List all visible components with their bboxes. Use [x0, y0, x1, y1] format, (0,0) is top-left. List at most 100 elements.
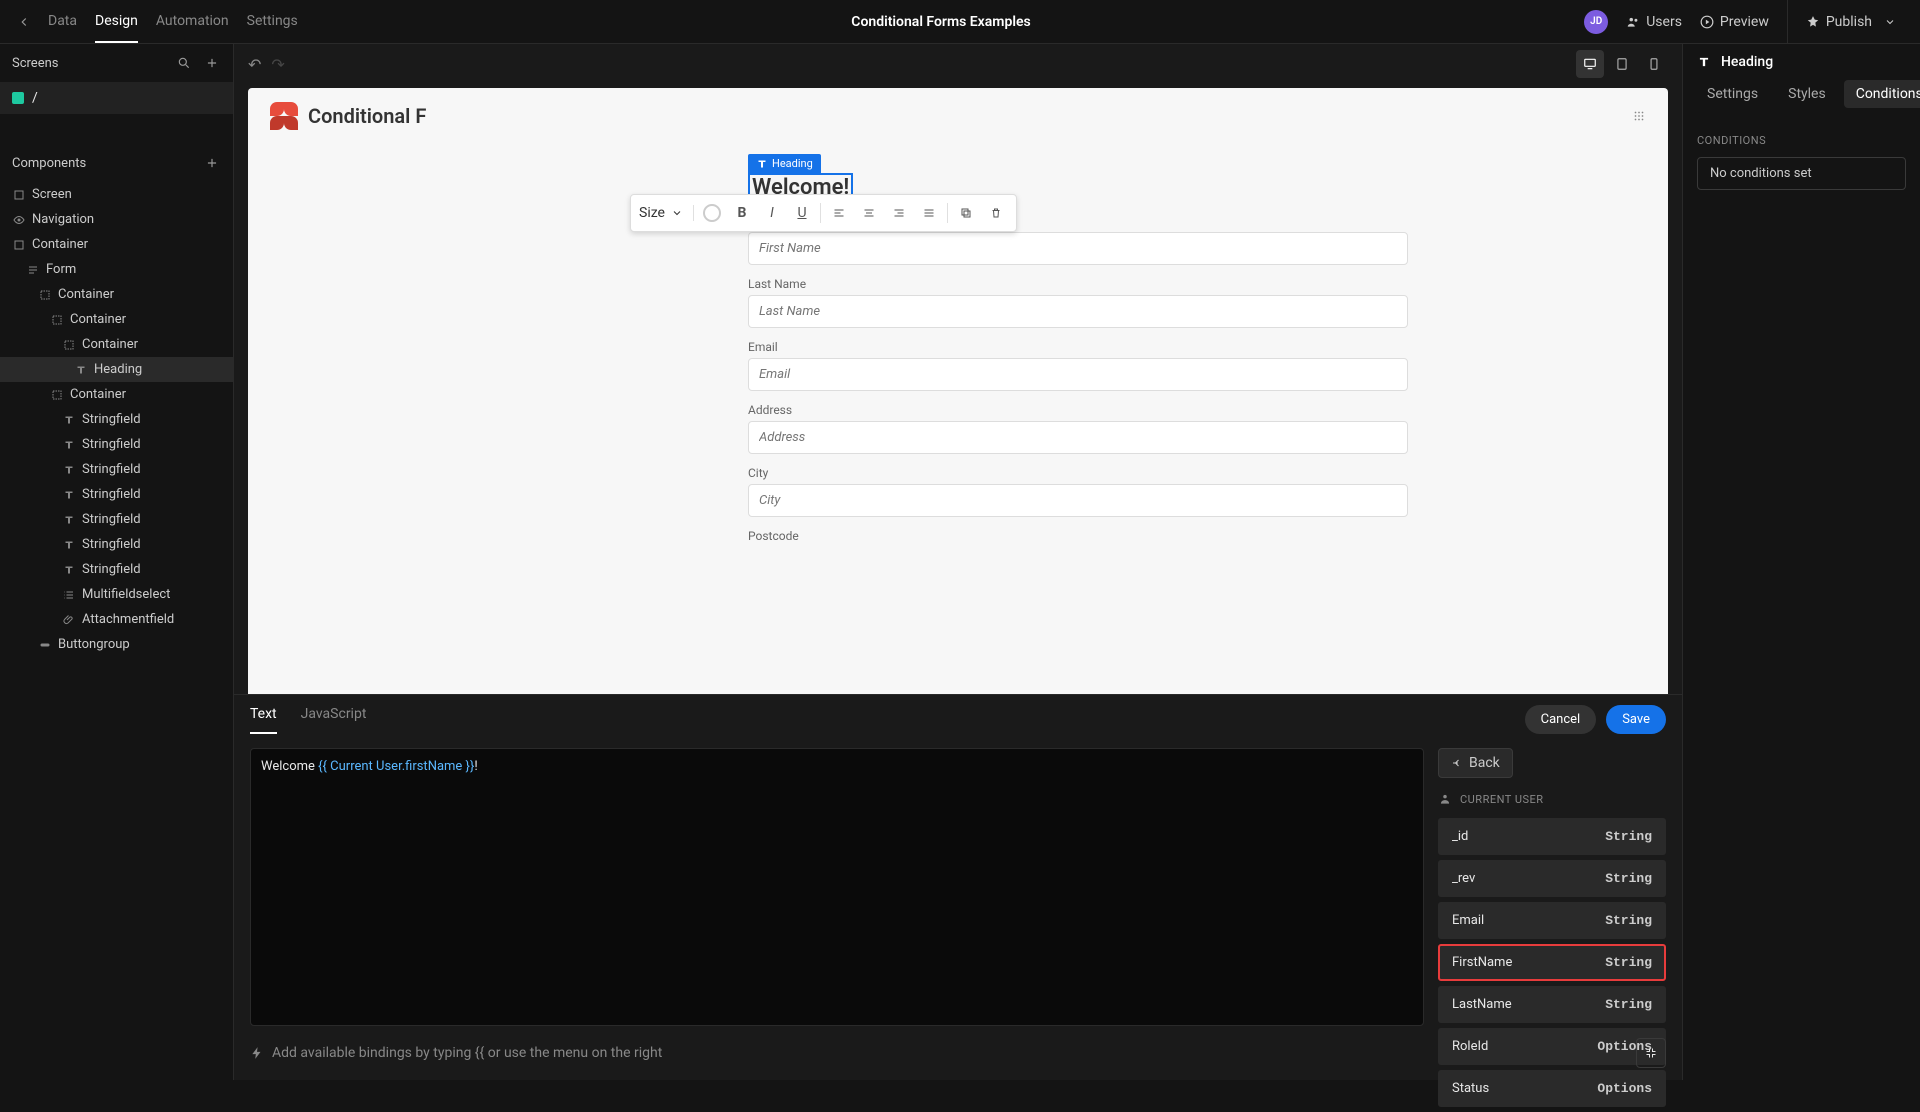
tree-item-stringfield[interactable]: Stringfield: [0, 557, 233, 582]
tree-item-stringfield[interactable]: Stringfield: [0, 457, 233, 482]
redo-button[interactable]: ↷: [271, 55, 284, 74]
search-button[interactable]: [175, 54, 193, 72]
lightning-icon: [250, 1046, 264, 1060]
preview-label: Preview: [1720, 14, 1769, 30]
undo-button[interactable]: ↶: [248, 55, 261, 74]
app-menu-icon[interactable]: [1632, 109, 1646, 123]
duplicate-button[interactable]: [954, 201, 978, 225]
binding-item-lastname[interactable]: LastNameString: [1438, 986, 1666, 1023]
nav-tab-automation[interactable]: Automation: [156, 1, 229, 43]
tree-label: Container: [70, 312, 126, 327]
form-label: Email: [748, 340, 1408, 354]
screen-item-root[interactable]: /: [0, 82, 233, 114]
tree-item-stringfield[interactable]: Stringfield: [0, 532, 233, 557]
rs-tab-settings[interactable]: Settings: [1695, 80, 1770, 108]
text-icon: [62, 563, 76, 577]
tree-item-container[interactable]: Container: [0, 282, 233, 307]
rs-tab-styles[interactable]: Styles: [1776, 80, 1838, 108]
publish-button[interactable]: Publish: [1787, 0, 1908, 44]
drawer-tab-javascript[interactable]: JavaScript: [301, 706, 367, 734]
tree-label: Stringfield: [82, 512, 141, 527]
list-icon: [62, 588, 76, 602]
form-field: Postcode: [748, 529, 1408, 543]
tree-item-container[interactable]: Container: [0, 332, 233, 357]
form-input[interactable]: [748, 232, 1408, 265]
canvas[interactable]: Conditional F Size B I U: [248, 88, 1668, 694]
nav-tabs: Data Design Automation Settings: [48, 1, 298, 43]
align-justify-button[interactable]: [917, 201, 941, 225]
form-label: City: [748, 466, 1408, 480]
add-screen-button[interactable]: [203, 54, 221, 72]
align-center-button[interactable]: [857, 201, 881, 225]
components-header: Components: [0, 144, 233, 182]
tree-item-attachmentfield[interactable]: Attachmentfield: [0, 607, 233, 632]
nav-tab-data[interactable]: Data: [48, 1, 77, 43]
device-tablet[interactable]: [1608, 50, 1636, 78]
binding-type: String: [1605, 997, 1652, 1012]
add-component-button[interactable]: [203, 154, 221, 172]
app-logo: [270, 102, 298, 130]
user-avatar[interactable]: JD: [1584, 10, 1608, 34]
form-input[interactable]: [748, 358, 1408, 391]
code-editor[interactable]: Welcome {{ Current User.firstName }}!: [250, 748, 1424, 1026]
align-left-button[interactable]: [827, 201, 851, 225]
cancel-button[interactable]: Cancel: [1525, 705, 1597, 734]
tree-label: Form: [46, 262, 76, 277]
component-tree: ScreenNavigationContainerFormContainerCo…: [0, 182, 233, 657]
tree-item-multifieldselect[interactable]: Multifieldselect: [0, 582, 233, 607]
screens-label: Screens: [12, 56, 58, 71]
user-icon: [1438, 792, 1452, 806]
binding-type: String: [1605, 871, 1652, 886]
binding-item-firstname[interactable]: FirstNameString: [1438, 944, 1666, 981]
tree-item-stringfield[interactable]: Stringfield: [0, 407, 233, 432]
tree-label: Heading: [94, 362, 142, 377]
form-input[interactable]: [748, 484, 1408, 517]
text-icon: [756, 158, 768, 170]
bold-button[interactable]: B: [730, 201, 754, 225]
back-button[interactable]: [12, 10, 36, 34]
tree-item-screen[interactable]: Screen: [0, 182, 233, 207]
bindings-back-button[interactable]: Back: [1438, 748, 1513, 778]
color-picker[interactable]: [700, 201, 724, 225]
app-title: Conditional F: [308, 104, 426, 128]
text-icon: [62, 413, 76, 427]
tree-item-stringfield[interactable]: Stringfield: [0, 482, 233, 507]
tree-item-container[interactable]: Container: [0, 232, 233, 257]
rs-tab-conditions[interactable]: Conditions: [1844, 80, 1920, 108]
binding-item-_id[interactable]: _idString: [1438, 818, 1666, 855]
users-button[interactable]: Users: [1626, 14, 1682, 30]
tree-item-stringfield[interactable]: Stringfield: [0, 507, 233, 532]
device-desktop[interactable]: [1576, 50, 1604, 78]
align-right-button[interactable]: [887, 201, 911, 225]
tree-label: Multifieldselect: [82, 587, 170, 602]
conditions-label: CONDITIONS: [1683, 120, 1920, 157]
preview-button[interactable]: Preview: [1700, 14, 1769, 30]
tree-item-container[interactable]: Container: [0, 307, 233, 332]
tree-item-form[interactable]: Form: [0, 257, 233, 282]
nav-tab-design[interactable]: Design: [95, 1, 138, 43]
italic-button[interactable]: I: [760, 201, 784, 225]
binding-type: String: [1605, 955, 1652, 970]
form-input[interactable]: [748, 295, 1408, 328]
form-input[interactable]: [748, 421, 1408, 454]
tree-item-navigation[interactable]: Navigation: [0, 207, 233, 232]
drawer-tab-text[interactable]: Text: [250, 706, 277, 734]
nav-tab-settings[interactable]: Settings: [247, 1, 298, 43]
conditions-empty[interactable]: No conditions set: [1697, 157, 1906, 190]
save-button[interactable]: Save: [1606, 705, 1666, 734]
tree-item-container[interactable]: Container: [0, 382, 233, 407]
tree-item-heading[interactable]: Heading: [0, 357, 233, 382]
binding-type: Options: [1597, 1081, 1652, 1096]
tree-label: Container: [82, 337, 138, 352]
tree-item-stringfield[interactable]: Stringfield: [0, 432, 233, 457]
tree-label: Stringfield: [82, 562, 141, 577]
font-size-select[interactable]: Size: [639, 205, 694, 221]
tree-item-buttongroup[interactable]: Buttongroup: [0, 632, 233, 657]
binding-item-email[interactable]: EmailString: [1438, 902, 1666, 939]
underline-button[interactable]: U: [790, 201, 814, 225]
device-mobile[interactable]: [1640, 50, 1668, 78]
binding-item-_rev[interactable]: _revString: [1438, 860, 1666, 897]
delete-button[interactable]: [984, 201, 1008, 225]
users-icon: [1626, 15, 1640, 29]
exit-fullscreen-button[interactable]: [1636, 1038, 1666, 1068]
